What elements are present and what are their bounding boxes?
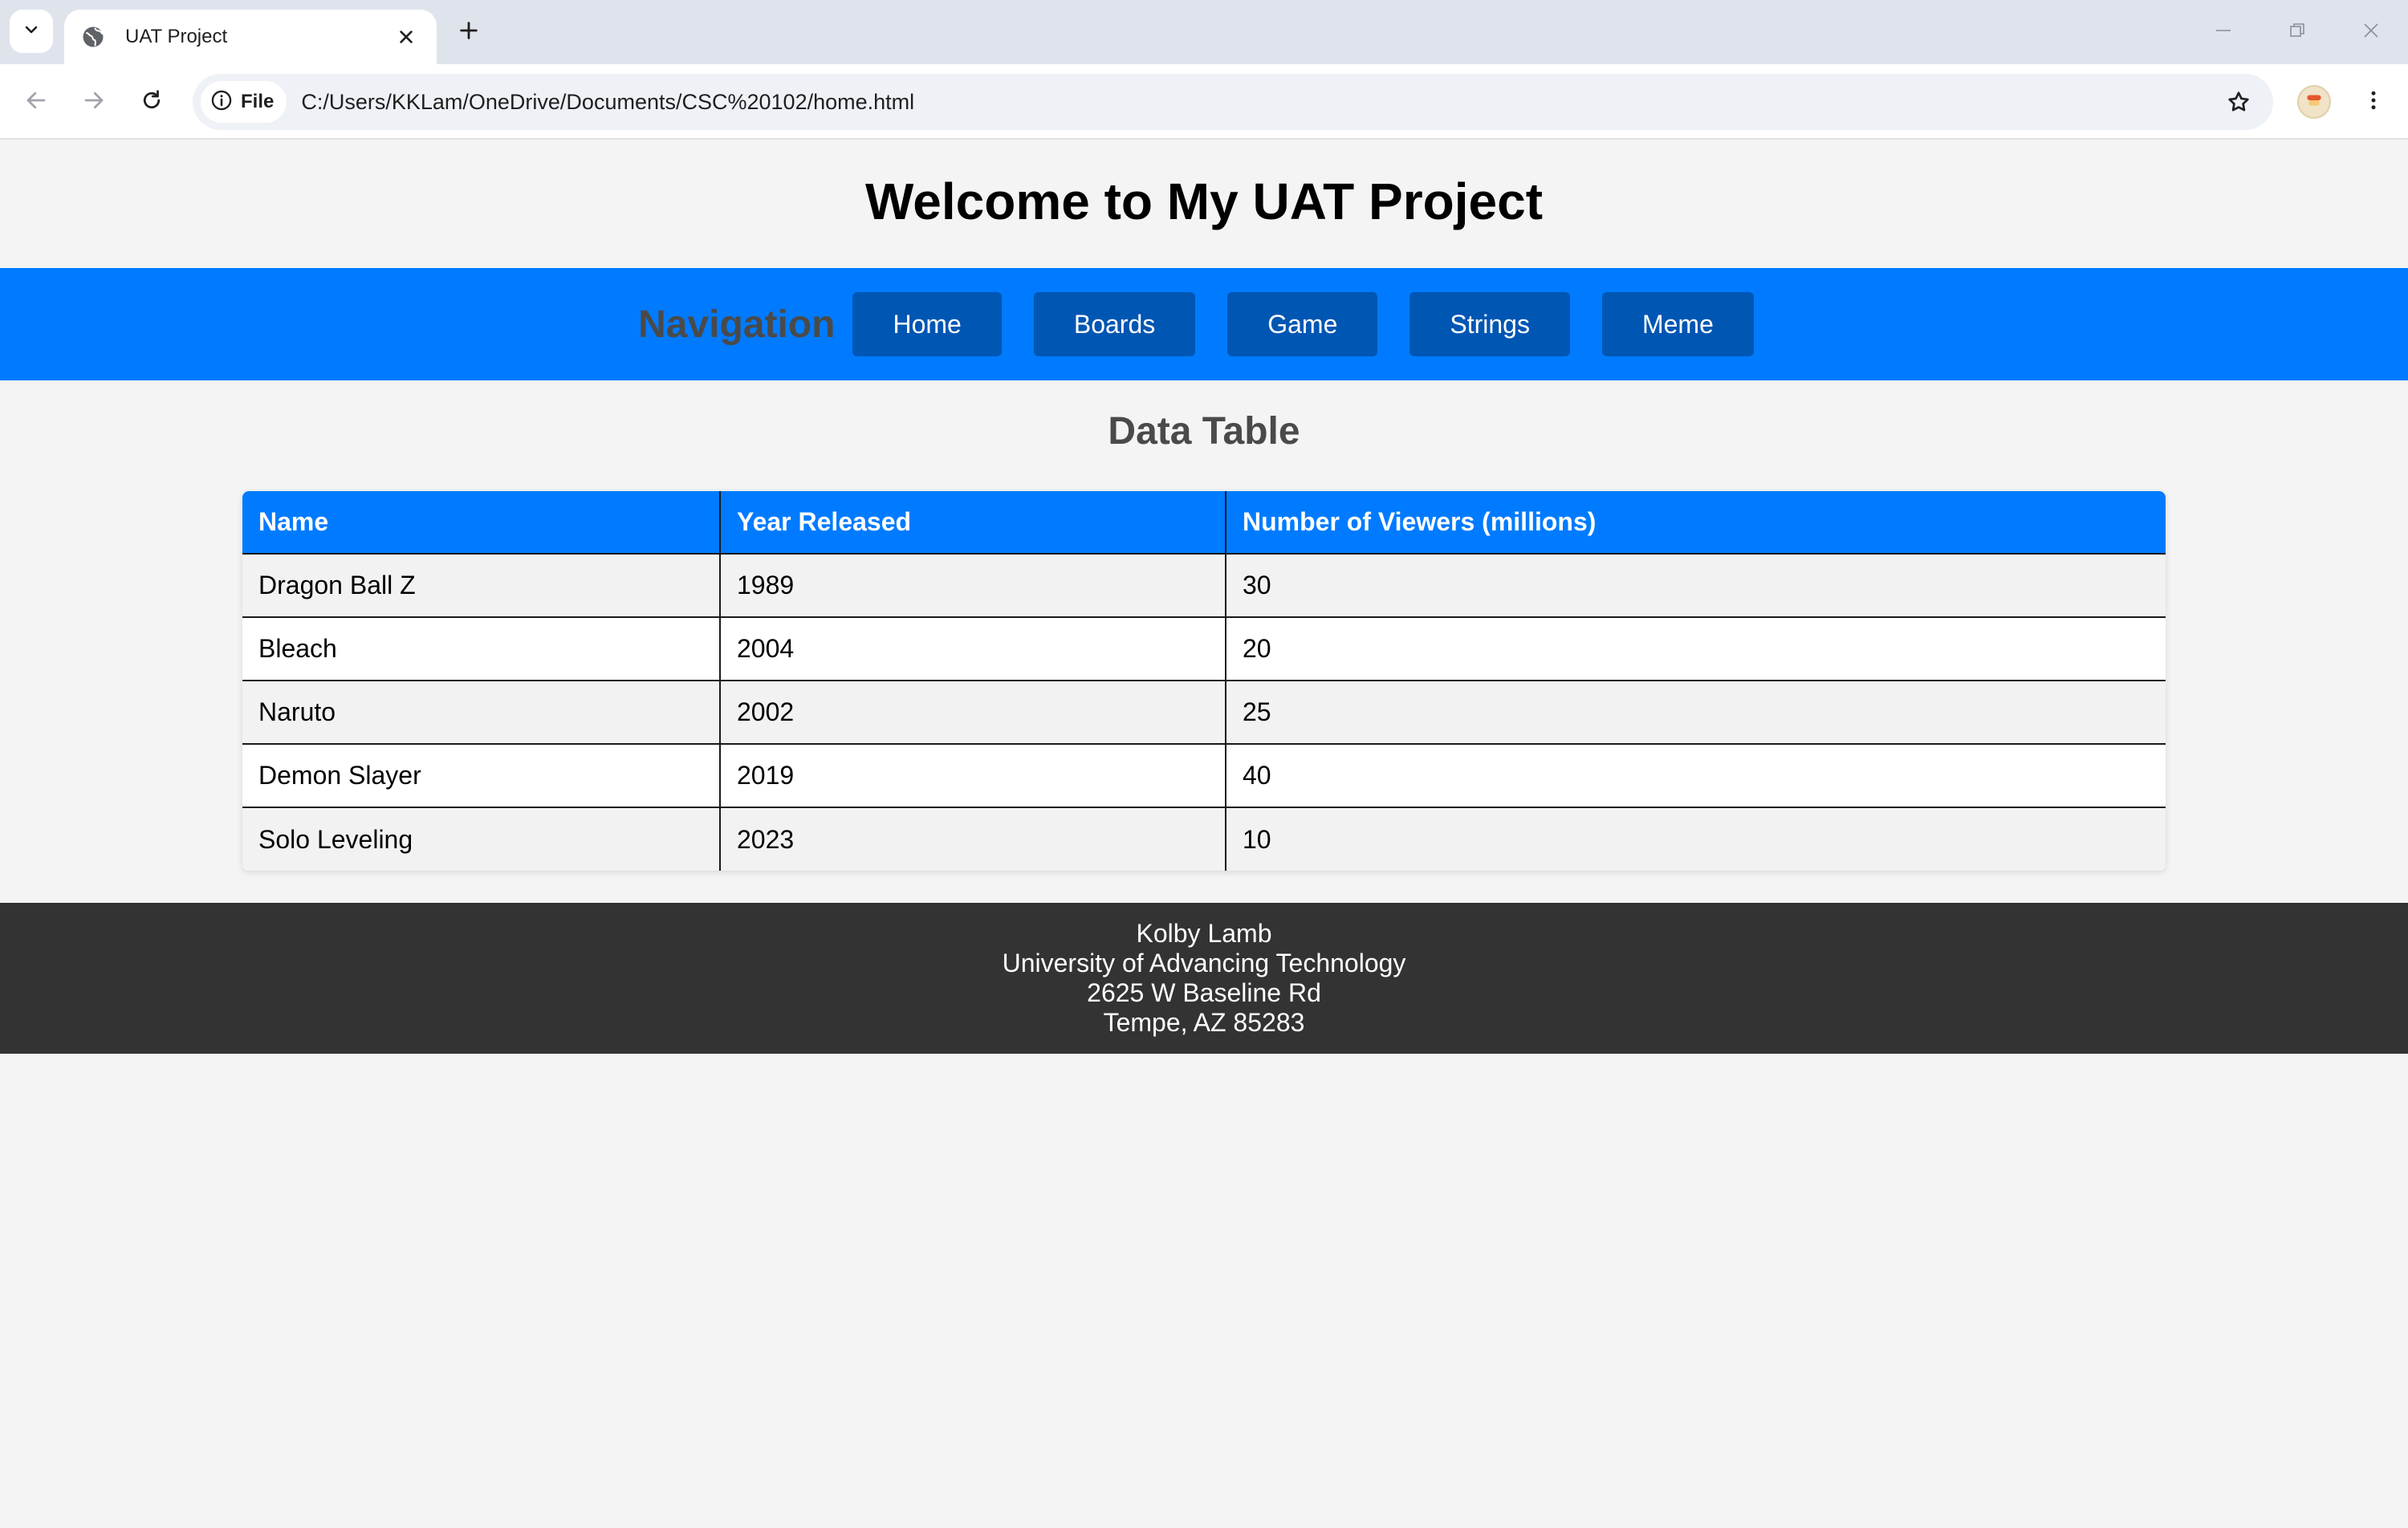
data-table-container: Name Year Released Number of Viewers (mi… xyxy=(242,491,2166,871)
nav-strings-button[interactable]: Strings xyxy=(1409,292,1570,356)
table-cell-viewers: 25 xyxy=(1226,680,2166,744)
table-cell-year: 1989 xyxy=(720,553,1226,617)
tab-title: UAT Project xyxy=(125,26,228,47)
browser-menu-button[interactable] xyxy=(2353,82,2394,122)
forward-button[interactable] xyxy=(74,82,114,122)
page-title: Welcome to My UAT Project xyxy=(865,173,1543,230)
table-cell-viewers: 40 xyxy=(1226,743,2166,807)
nav-meme-button[interactable]: Meme xyxy=(1601,292,1754,356)
nav-game-button[interactable]: Game xyxy=(1227,292,1378,356)
star-icon[interactable] xyxy=(2217,80,2260,124)
table-cell-name: Dragon Ball Z xyxy=(242,553,721,617)
page-footer: Kolby Lamb University of Advancing Techn… xyxy=(0,903,2408,1054)
table-cell-year: 2023 xyxy=(720,807,1226,871)
data-table-heading: Data Table xyxy=(1108,410,1300,453)
reload-button[interactable] xyxy=(132,82,172,122)
browser-tab-strip: UAT Project xyxy=(0,0,2408,64)
table-row: Bleach 2004 20 xyxy=(242,616,2166,681)
table-cell-viewers: 10 xyxy=(1226,807,2166,871)
table-row: Naruto 2002 25 xyxy=(242,680,2166,744)
footer-street-address: 2625 W Baseline Rd xyxy=(1087,978,1321,1007)
footer-author: Kolby Lamb xyxy=(1136,919,1272,948)
avatar-icon xyxy=(2304,90,2325,115)
table-row: Demon Slayer 2019 40 xyxy=(242,743,2166,807)
minimize-button[interactable] xyxy=(2199,11,2247,53)
new-tab-button[interactable] xyxy=(453,16,485,48)
navigation-heading: Navigation xyxy=(638,303,836,346)
table-header-row: Name Year Released Number of Viewers (mi… xyxy=(242,491,2166,554)
url-text[interactable]: C:/Users/KKLam/OneDrive/Documents/CSC%20… xyxy=(301,90,2217,115)
table-cell-year: 2002 xyxy=(720,680,1226,744)
profile-avatar[interactable] xyxy=(2297,85,2331,119)
footer-city-state-zip: Tempe, AZ 85283 xyxy=(1103,1008,1305,1037)
tab-search-button[interactable] xyxy=(10,10,53,53)
plus-icon xyxy=(458,19,480,46)
navigation-bar: Navigation Home Boards Game Strings Meme xyxy=(0,268,2408,380)
address-bar[interactable]: File C:/Users/KKLam/OneDrive/Documents/C… xyxy=(193,74,2273,130)
site-info-button[interactable]: File xyxy=(201,81,287,123)
kebab-menu-icon xyxy=(2361,88,2386,116)
globe-icon xyxy=(80,24,106,50)
page-content: Welcome to My UAT Project Navigation Hom… xyxy=(0,140,2408,1528)
close-icon xyxy=(2361,21,2381,44)
table-row: Solo Leveling 2023 10 xyxy=(242,807,2166,871)
column-header-year: Year Released xyxy=(720,491,1226,554)
table-cell-name: Solo Leveling xyxy=(242,807,721,871)
browser-toolbar: File C:/Users/KKLam/OneDrive/Documents/C… xyxy=(0,64,2408,140)
table-cell-name: Naruto xyxy=(242,680,721,744)
nav-home-button[interactable]: Home xyxy=(852,292,1002,356)
minimize-icon xyxy=(2214,21,2233,44)
nav-boards-button[interactable]: Boards xyxy=(1033,292,1196,356)
column-header-name: Name xyxy=(242,491,721,554)
table-cell-year: 2004 xyxy=(720,616,1226,681)
table-cell-viewers: 30 xyxy=(1226,553,2166,617)
restore-icon xyxy=(2288,21,2307,44)
back-button[interactable] xyxy=(16,82,56,122)
table-cell-name: Bleach xyxy=(242,616,721,681)
data-table: Name Year Released Number of Viewers (mi… xyxy=(242,491,2166,871)
browser-tab-active[interactable]: UAT Project xyxy=(64,10,437,64)
reload-icon xyxy=(140,88,164,116)
table-cell-name: Demon Slayer xyxy=(242,743,721,807)
chevron-down-icon xyxy=(22,20,41,43)
info-icon xyxy=(210,89,233,116)
table-cell-viewers: 20 xyxy=(1226,616,2166,681)
column-header-viewers: Number of Viewers (millions) xyxy=(1226,491,2166,554)
close-icon[interactable] xyxy=(392,22,421,51)
site-info-label: File xyxy=(241,91,275,112)
table-cell-year: 2019 xyxy=(720,743,1226,807)
footer-organization: University of Advancing Technology xyxy=(1002,949,1406,977)
arrow-right-icon xyxy=(82,88,106,116)
table-row: Dragon Ball Z 1989 30 xyxy=(242,553,2166,617)
window-close-button[interactable] xyxy=(2347,11,2395,53)
arrow-left-icon xyxy=(24,88,48,116)
restore-button[interactable] xyxy=(2273,11,2321,53)
